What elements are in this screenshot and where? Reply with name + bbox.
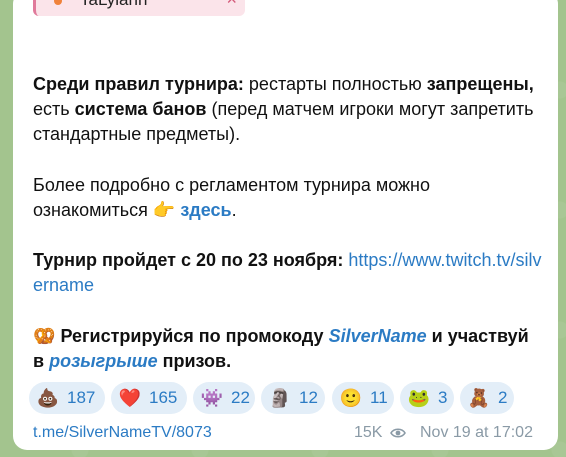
- reply-chip[interactable]: TaLyiann ×: [33, 0, 245, 16]
- rules-paragraph: Среди правил турнира: рестарты полностью…: [33, 74, 534, 144]
- eye-icon: [390, 428, 406, 438]
- pointing-hand-icon: 👉: [152, 200, 176, 220]
- dates-paragraph: Турнир пройдет с 20 по 23 ноября: https:…: [33, 248, 543, 298]
- giveaway-link[interactable]: розыгрыше: [49, 351, 158, 371]
- reply-chip-name: TaLyiann: [80, 0, 147, 10]
- rules-link[interactable]: здесь: [180, 200, 231, 220]
- bear-icon: 🧸: [467, 387, 491, 408]
- timestamp: Nov 19 at 17:02: [420, 424, 533, 441]
- reaction-heart[interactable]: ❤️ 165: [111, 382, 187, 414]
- close-icon[interactable]: ×: [226, 0, 237, 10]
- reaction-poop[interactable]: 💩 187: [29, 382, 105, 414]
- moai-icon: 🗿: [268, 387, 292, 408]
- reaction-meat-boy[interactable]: 👾 22: [193, 382, 255, 414]
- reaction-pepe[interactable]: 🐸 3: [400, 382, 454, 414]
- reaction-face[interactable]: 🙂 11: [332, 382, 394, 414]
- reaction-moai[interactable]: 🗿 12: [261, 382, 325, 414]
- rules-heading: Среди правил турнира:: [33, 74, 244, 94]
- dates-text: Турнир пройдет с 20 по 23 ноября:: [33, 250, 344, 270]
- post-link[interactable]: t.me/SilverNameTV/8073: [33, 424, 212, 442]
- reaction-bear[interactable]: 🧸 2: [460, 382, 514, 414]
- pepe-icon: 🐸: [407, 387, 431, 408]
- face-icon: 🙂: [339, 387, 363, 408]
- promo-code: SilverName: [328, 326, 427, 346]
- poop-icon: 💩: [36, 387, 60, 408]
- avatar-dot: [54, 0, 62, 5]
- promo-paragraph: 🥨 Регистрируйся по промокоду SilverName …: [33, 326, 529, 371]
- meat-boy-icon: 👾: [200, 387, 224, 408]
- pretzel-icon: 🥨: [33, 326, 56, 346]
- details-paragraph: Более подробно с регламентом турнира мож…: [33, 173, 543, 223]
- heart-icon: ❤️: [118, 387, 142, 408]
- view-count: 15K: [354, 424, 383, 441]
